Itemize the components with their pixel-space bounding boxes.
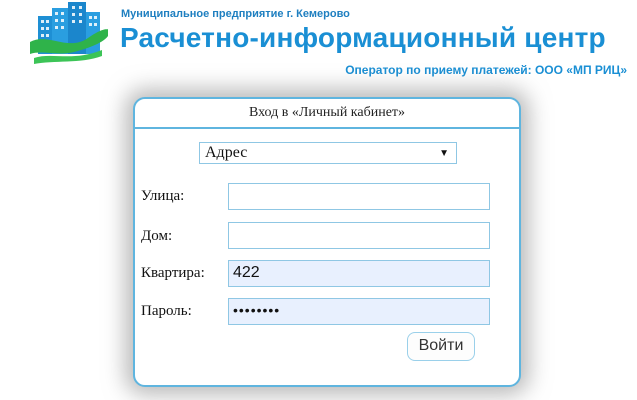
search-type-select[interactable]: Адрес ▼: [199, 142, 457, 164]
password-label: Пароль:: [141, 303, 192, 319]
ric-logo-icon: [30, 2, 108, 64]
payment-operator-text: Оператор по приему платежей: ООО «МП РИЦ…: [345, 63, 627, 77]
login-button[interactable]: Войти: [407, 332, 475, 361]
org-subtitle: Муниципальное предприятие г. Кемерово: [121, 8, 350, 20]
apartment-label: Квартира:: [141, 265, 205, 281]
search-type-selected: Адрес: [205, 144, 248, 161]
street-input[interactable]: [228, 183, 490, 210]
login-panel: Вход в «Личный кабинет» Адрес ▼ Улица: Д…: [133, 97, 521, 387]
login-panel-title: Вход в «Личный кабинет»: [135, 99, 519, 129]
house-input[interactable]: [228, 222, 490, 249]
site-header: Муниципальное предприятие г. Кемерово Ра…: [0, 0, 637, 86]
dropdown-arrow-icon: ▼: [439, 148, 449, 159]
password-input[interactable]: ••••••••: [228, 298, 490, 325]
apartment-input[interactable]: 422: [228, 260, 490, 287]
street-label: Улица:: [141, 188, 185, 204]
house-label: Дом:: [141, 228, 173, 244]
org-title: Расчетно-информационный центр: [120, 22, 606, 53]
